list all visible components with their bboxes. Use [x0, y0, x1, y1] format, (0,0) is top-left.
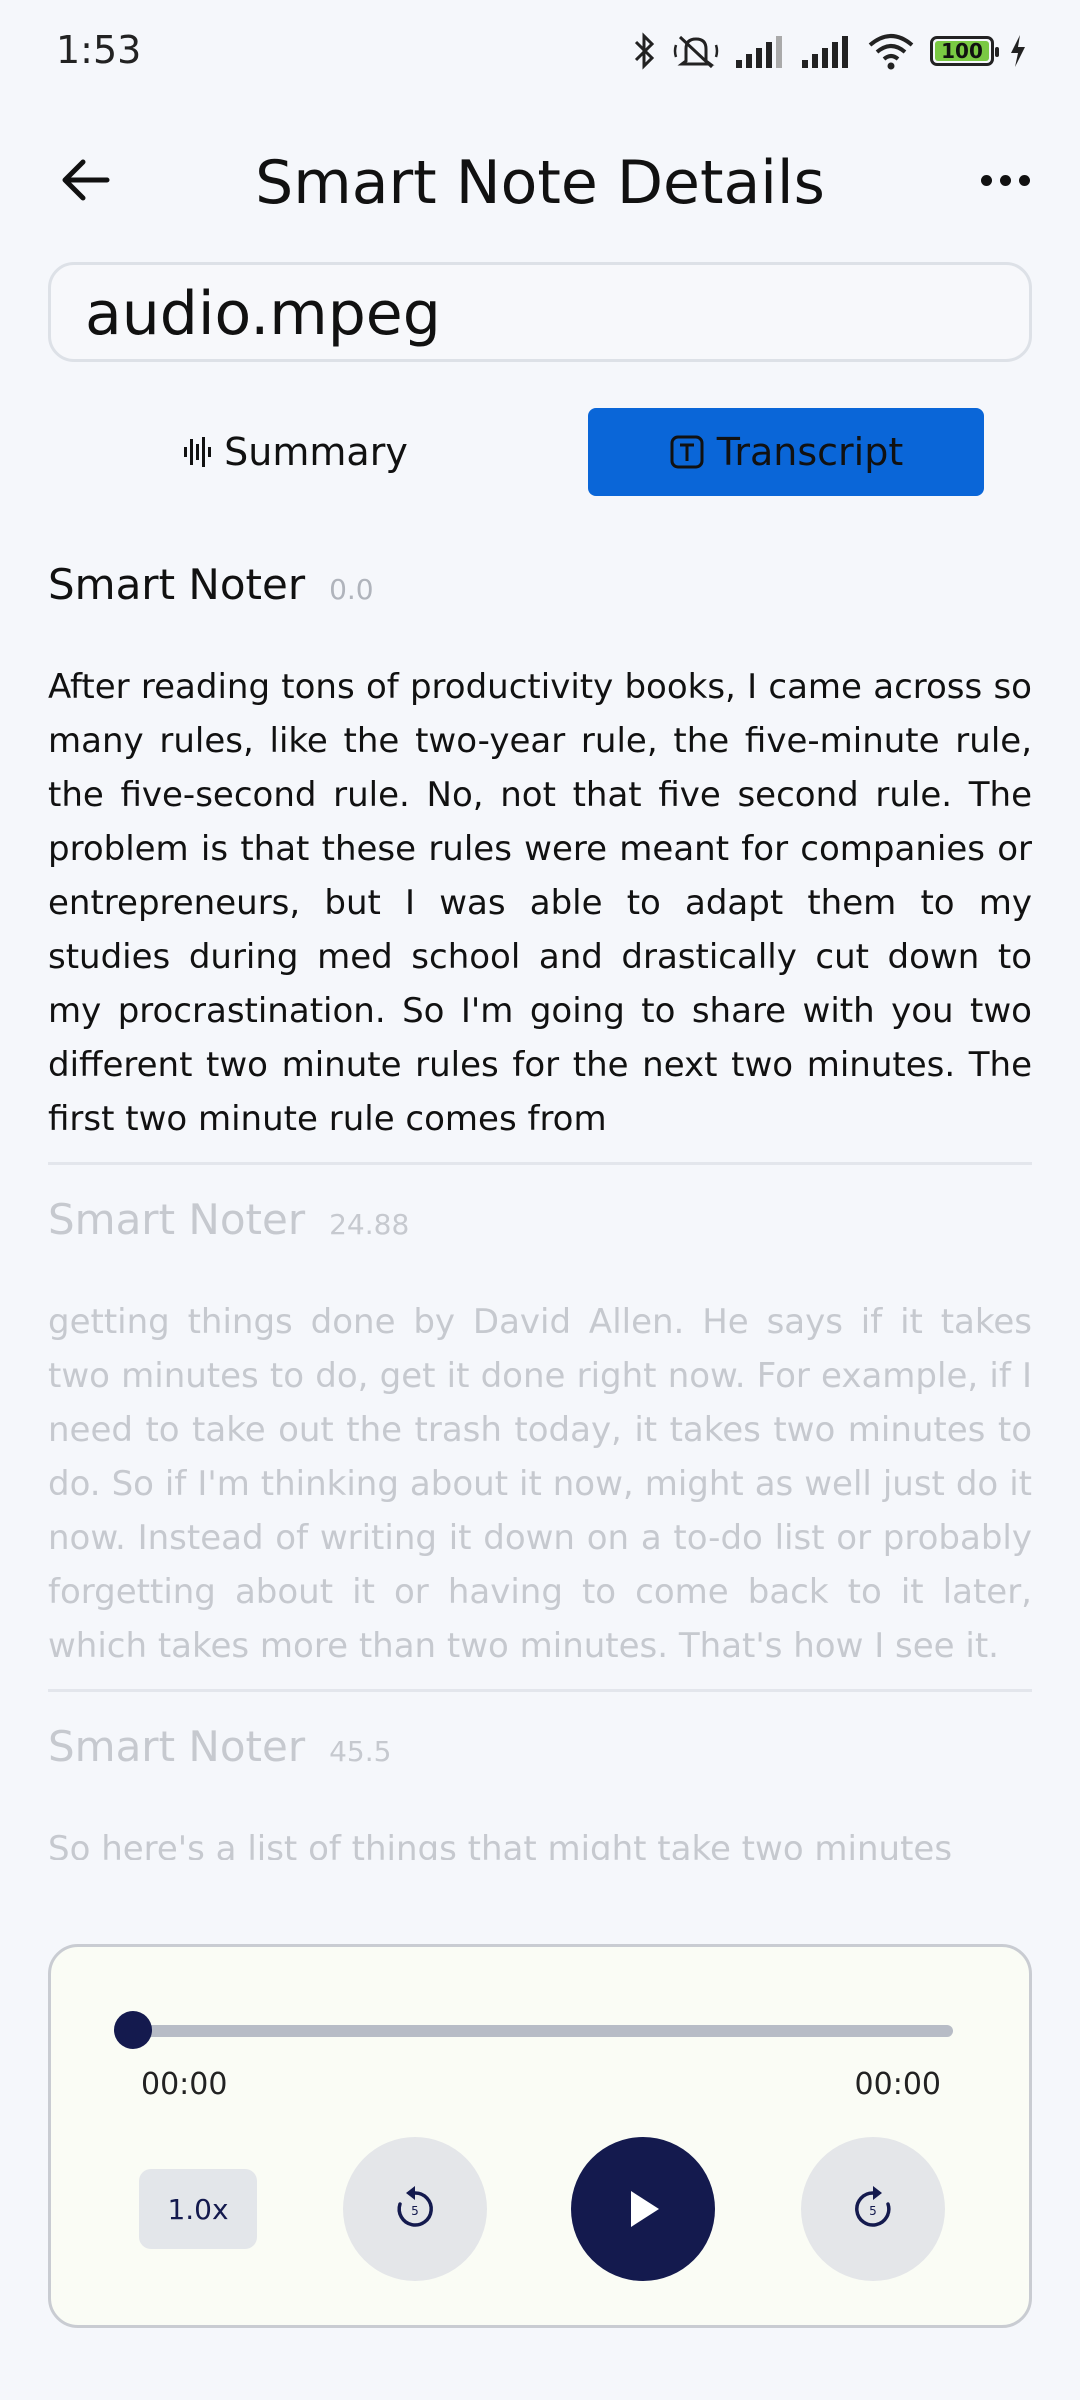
text-box-icon — [670, 435, 704, 469]
page-title: Smart Note Details — [255, 148, 825, 218]
current-time: 00:00 — [141, 2067, 228, 2102]
bluetooth-icon — [634, 32, 655, 70]
tab-transcript[interactable]: Transcript — [588, 408, 984, 496]
rewind-5-icon: 5 — [397, 2186, 433, 2227]
charging-icon — [1011, 35, 1025, 67]
signal-icon — [736, 36, 782, 68]
forward-seconds: 5 — [869, 2204, 877, 2218]
speaker-name: Smart Noter — [48, 1195, 306, 1244]
segment-text: getting things done by David Allen. He s… — [48, 1302, 1032, 1666]
play-icon — [631, 2191, 659, 2227]
more-options-button[interactable] — [970, 158, 1040, 202]
playback-speed-button[interactable]: 1.0x — [139, 2169, 257, 2249]
transcript-segment[interactable]: Smart Noter 24.88 getting things done by… — [48, 1195, 1032, 1692]
transcript-list[interactable]: Smart Noter 0.0 After reading tons of pr… — [48, 560, 1032, 1860]
tab-summary-label: Summary — [224, 430, 408, 474]
status-bar: 1:53 100 — [0, 0, 1080, 100]
transcript-segment[interactable]: Smart Noter 45.5 So here's a list of thi… — [48, 1722, 1032, 1860]
file-name: audio.mpeg — [85, 279, 441, 349]
segment-timestamp: 45.5 — [329, 1735, 392, 1768]
battery-level: 100 — [941, 39, 983, 63]
segment-timestamp: 24.88 — [329, 1208, 410, 1241]
duration: 00:00 — [854, 2067, 941, 2102]
waveform-icon — [184, 437, 212, 467]
seek-bar[interactable] — [133, 2025, 953, 2037]
mute-icon — [673, 35, 719, 69]
tab-summary[interactable]: Summary — [100, 408, 490, 496]
status-time: 1:53 — [56, 28, 142, 72]
battery-icon: 100 — [930, 36, 999, 66]
tab-transcript-label: Transcript — [716, 430, 904, 474]
wifi-icon — [868, 34, 914, 70]
segment-timestamp: 0.0 — [329, 573, 374, 606]
speaker-name: Smart Noter — [48, 1722, 306, 1771]
forward-5-icon: 5 — [855, 2186, 891, 2227]
rewind-seconds: 5 — [411, 2204, 419, 2218]
more-horizontal-icon — [980, 174, 992, 186]
play-button[interactable] — [571, 2137, 715, 2281]
status-icons: 100 — [632, 26, 1028, 76]
segment-text: After reading tons of productivity books… — [48, 667, 1032, 1139]
app-header: Smart Note Details — [0, 130, 1080, 230]
speaker-name: Smart Noter — [48, 560, 306, 609]
seek-handle[interactable] — [114, 2011, 152, 2049]
rewind-button[interactable]: 5 — [343, 2137, 487, 2281]
signal-icon — [802, 36, 848, 68]
forward-button[interactable]: 5 — [801, 2137, 945, 2281]
file-name-field[interactable]: audio.mpeg — [48, 262, 1032, 362]
segment-text: So here's a list of things that might ta… — [48, 1829, 953, 1860]
transcript-segment[interactable]: Smart Noter 0.0 After reading tons of pr… — [48, 560, 1032, 1165]
audio-player: 00:00 00:00 1.0x 5 5 — [48, 1944, 1032, 2328]
